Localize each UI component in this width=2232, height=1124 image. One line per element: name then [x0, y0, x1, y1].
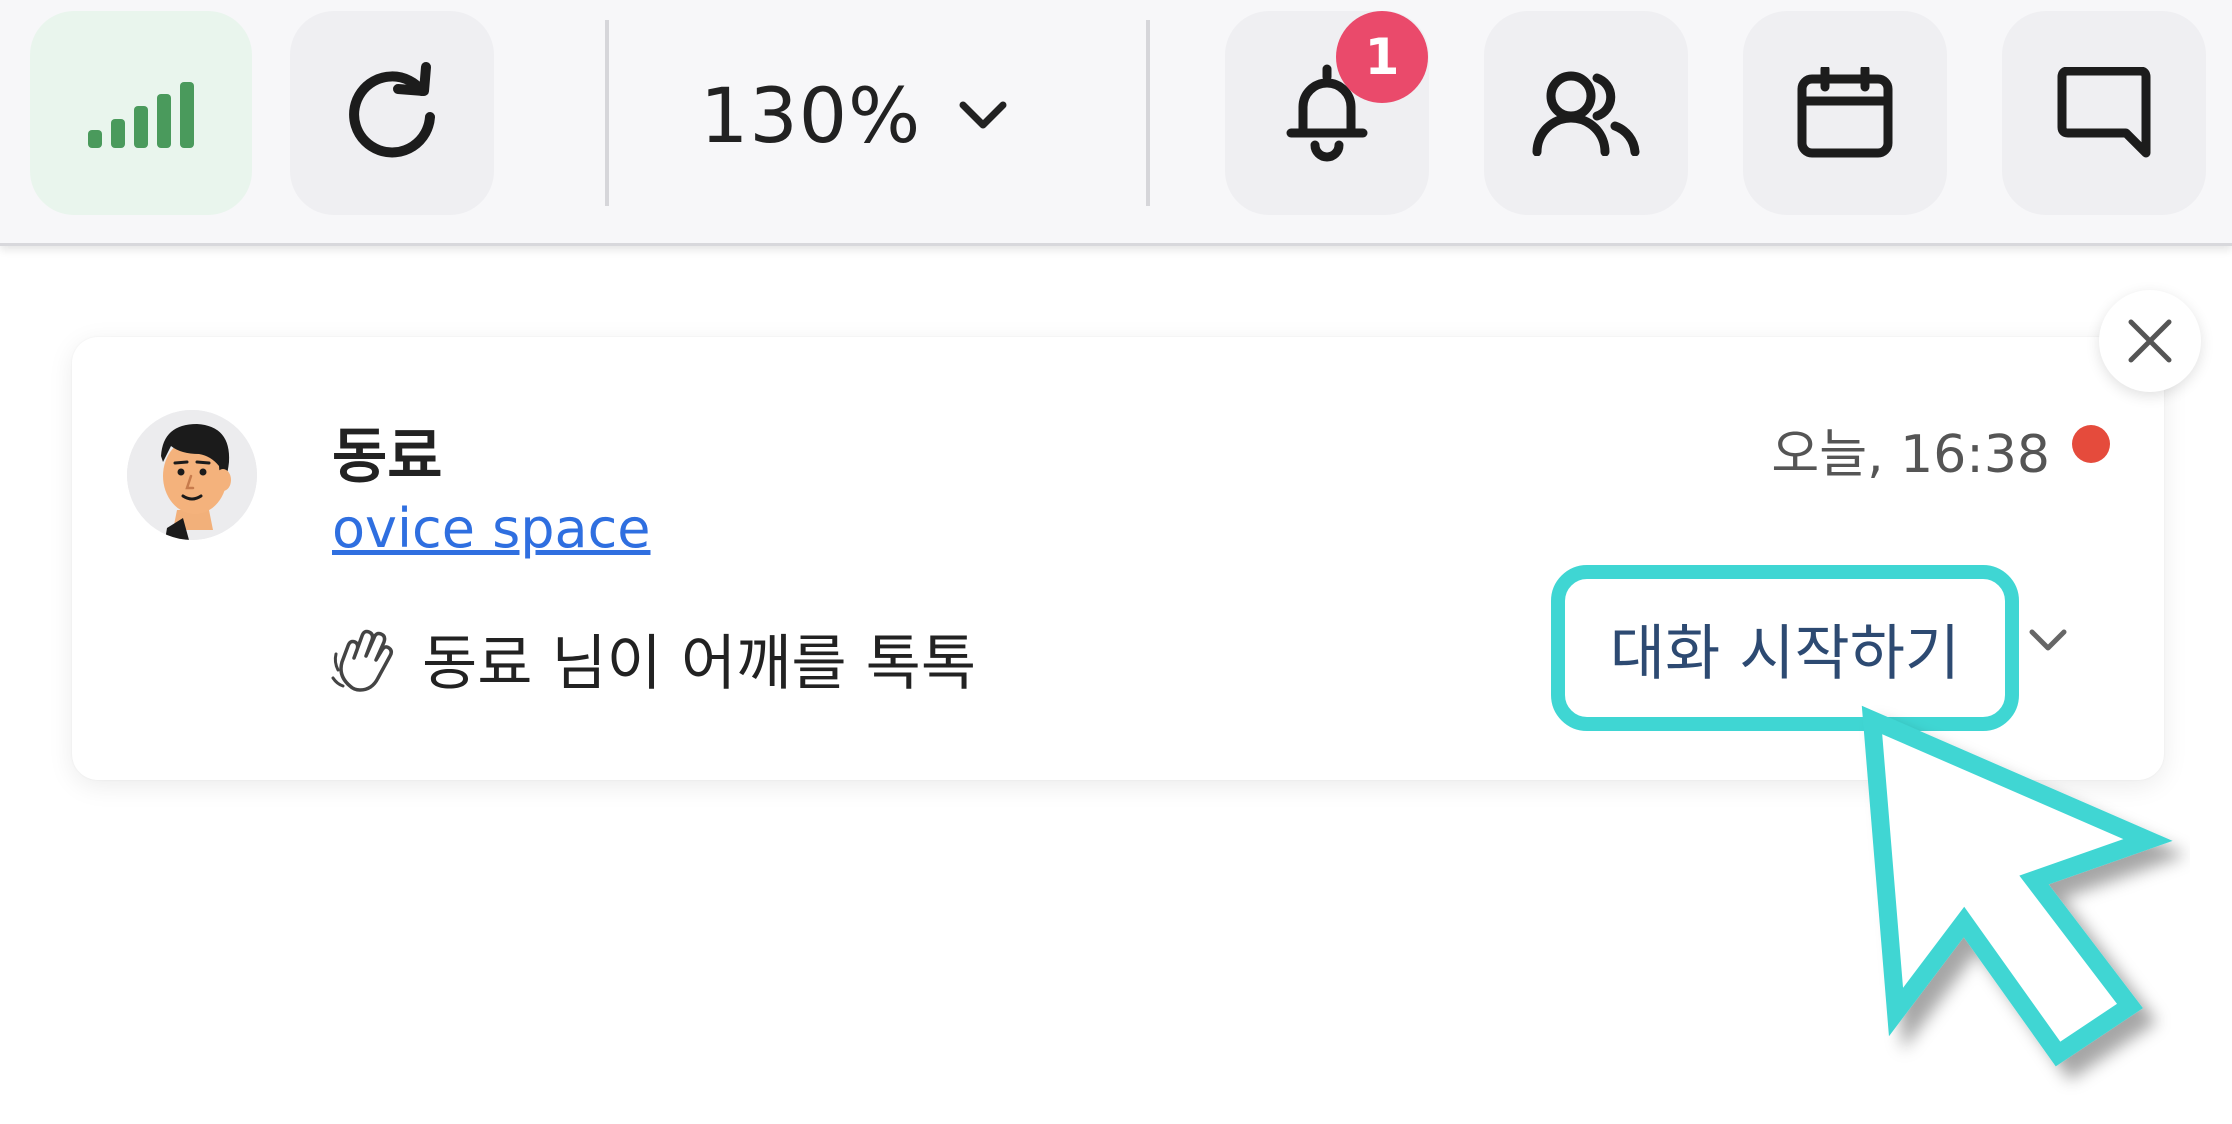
notification-badge: 1: [1336, 11, 1428, 103]
close-notification-button[interactable]: [2099, 290, 2201, 392]
zoom-value: 130%: [700, 70, 922, 160]
avatar: [127, 410, 257, 540]
sender-name: 동료: [332, 422, 443, 492]
unread-indicator: [2072, 425, 2110, 463]
chevron-down-icon: [2029, 629, 2067, 651]
reload-icon: [349, 62, 435, 158]
calendar-icon: [1797, 67, 1893, 158]
notification-message: 동료 님이 어깨를 톡톡: [330, 615, 976, 702]
chat-bubble-icon: [2057, 67, 2151, 158]
people-icon: [1532, 71, 1640, 156]
waving-hand-icon: [331, 629, 394, 692]
calendar-button[interactable]: [1743, 11, 1947, 215]
start-conversation-label: 대화 시작하기: [1609, 618, 1961, 689]
action-options-button[interactable]: [2028, 626, 2068, 658]
signal-bars-icon: [88, 82, 194, 148]
chat-button[interactable]: [2002, 11, 2206, 215]
chevron-down-icon: [959, 101, 1007, 129]
top-toolbar: 130% 1: [0, 0, 2232, 246]
message-text: 동료 님이 어깨를 톡톡: [422, 629, 977, 699]
connection-signal-button[interactable]: [30, 11, 252, 215]
close-icon: [2128, 319, 2172, 363]
zoom-selector[interactable]: 130%: [700, 45, 1007, 185]
cursor-pointer-icon: [1861, 705, 2173, 1067]
reload-button[interactable]: [290, 11, 494, 215]
toolbar-divider: [1146, 20, 1150, 206]
space-link[interactable]: ovice space: [332, 497, 651, 560]
avatar-face-icon: [127, 410, 257, 540]
members-button[interactable]: [1484, 11, 1688, 215]
notification-time: 오늘, 16:38: [1771, 425, 2050, 485]
toolbar-divider: [605, 20, 609, 206]
